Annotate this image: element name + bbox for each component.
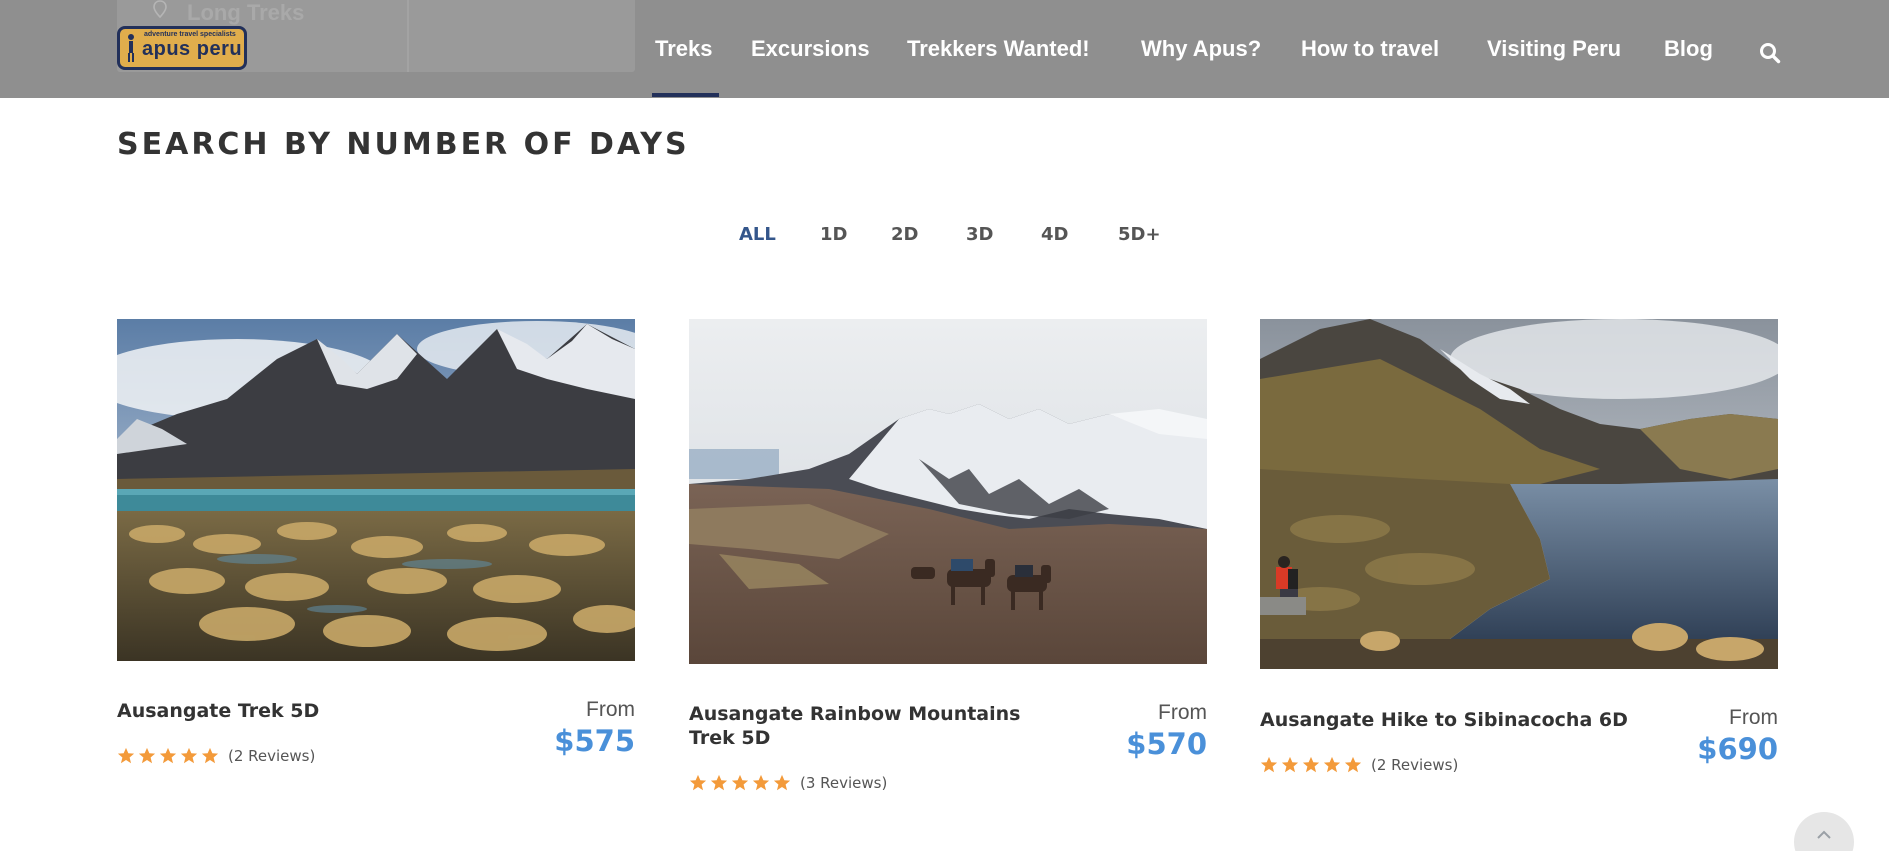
tour-image[interactable] — [689, 319, 1207, 664]
logo-tagline: adventure travel specialists — [144, 31, 236, 38]
tour-title[interactable]: Ausangate Trek 5D — [117, 699, 497, 723]
rating-stars: (2 Reviews) — [117, 746, 315, 766]
nav-item-treks[interactable]: Treks — [655, 36, 713, 62]
tour-price: $690 — [1697, 732, 1778, 766]
scroll-to-top-button[interactable] — [1794, 812, 1854, 851]
star-icon — [689, 774, 707, 791]
star-icon — [138, 747, 156, 764]
filter-1d[interactable]: 1D — [820, 224, 847, 245]
apus-peru-logo[interactable]: adventure travel specialists apus peru — [117, 26, 247, 70]
tour-price: $570 — [1126, 727, 1207, 761]
price-from-label: From — [1729, 706, 1778, 729]
filter-4d[interactable]: 4D — [1041, 224, 1068, 245]
star-icon — [1323, 756, 1341, 773]
page-title: SEARCH BY NUMBER OF DAYS — [117, 127, 690, 162]
tour-title[interactable]: Ausangate Rainbow Mountains Trek 5D — [689, 702, 1069, 750]
divider — [407, 0, 409, 72]
nav-item-visiting-peru[interactable]: Visiting Peru — [1487, 36, 1621, 62]
tour-card[interactable]: Ausangate Rainbow Mountains Trek 5D (3 R… — [689, 319, 1207, 799]
logo-name: apus peru — [142, 38, 243, 60]
hiker-icon — [128, 34, 134, 62]
star-icon — [117, 747, 135, 764]
search-icon[interactable] — [1759, 42, 1781, 64]
price-from-label: From — [586, 698, 635, 721]
site-header: Long Treks adventure travel specialists … — [0, 0, 1889, 98]
star-icon — [1344, 756, 1362, 773]
review-count[interactable]: (2 Reviews) — [228, 747, 315, 765]
rating-stars: (3 Reviews) — [689, 773, 887, 793]
tour-image[interactable] — [1260, 319, 1778, 669]
nav-item-how-to-travel[interactable]: How to travel — [1301, 36, 1439, 62]
review-count[interactable]: (3 Reviews) — [800, 774, 887, 792]
star-icon — [1281, 756, 1299, 773]
map-pin-icon — [153, 0, 167, 18]
star-icon — [1260, 756, 1278, 773]
snowy-mountain-horses-photo — [689, 319, 1207, 664]
star-icon — [773, 774, 791, 791]
star-icon — [731, 774, 749, 791]
filter-5d-plus[interactable]: 5D+ — [1118, 224, 1161, 245]
price-from-label: From — [1158, 701, 1207, 724]
filter-all[interactable]: ALL — [739, 224, 776, 245]
star-icon — [180, 747, 198, 764]
active-nav-indicator — [652, 93, 719, 97]
tour-price: $575 — [554, 724, 635, 758]
nav-item-excursions[interactable]: Excursions — [751, 36, 870, 62]
filter-2d[interactable]: 2D — [891, 224, 918, 245]
rating-stars: (2 Reviews) — [1260, 755, 1458, 775]
tour-image[interactable] — [117, 319, 635, 661]
tour-card[interactable]: Ausangate Hike to Sibinacocha 6D (2 Revi… — [1260, 319, 1778, 789]
star-icon — [159, 747, 177, 764]
nav-item-why-apus[interactable]: Why Apus? — [1141, 36, 1261, 62]
lake-hiker-photo — [1260, 319, 1778, 669]
star-icon — [752, 774, 770, 791]
tour-card[interactable]: Ausangate Trek 5D (2 Reviews) From $575 — [117, 319, 635, 779]
tour-title[interactable]: Ausangate Hike to Sibinacocha 6D — [1260, 708, 1640, 732]
review-count[interactable]: (2 Reviews) — [1371, 756, 1458, 774]
star-icon — [1302, 756, 1320, 773]
star-icon — [710, 774, 728, 791]
filter-3d[interactable]: 3D — [966, 224, 993, 245]
nav-item-blog[interactable]: Blog — [1664, 36, 1713, 62]
mountain-lake-photo — [117, 319, 635, 661]
chevron-up-icon — [1817, 830, 1831, 839]
nav-item-trekkers-wanted[interactable]: Trekkers Wanted! — [907, 36, 1090, 62]
background-tour-label: Long Treks — [187, 0, 305, 25]
star-icon — [201, 747, 219, 764]
